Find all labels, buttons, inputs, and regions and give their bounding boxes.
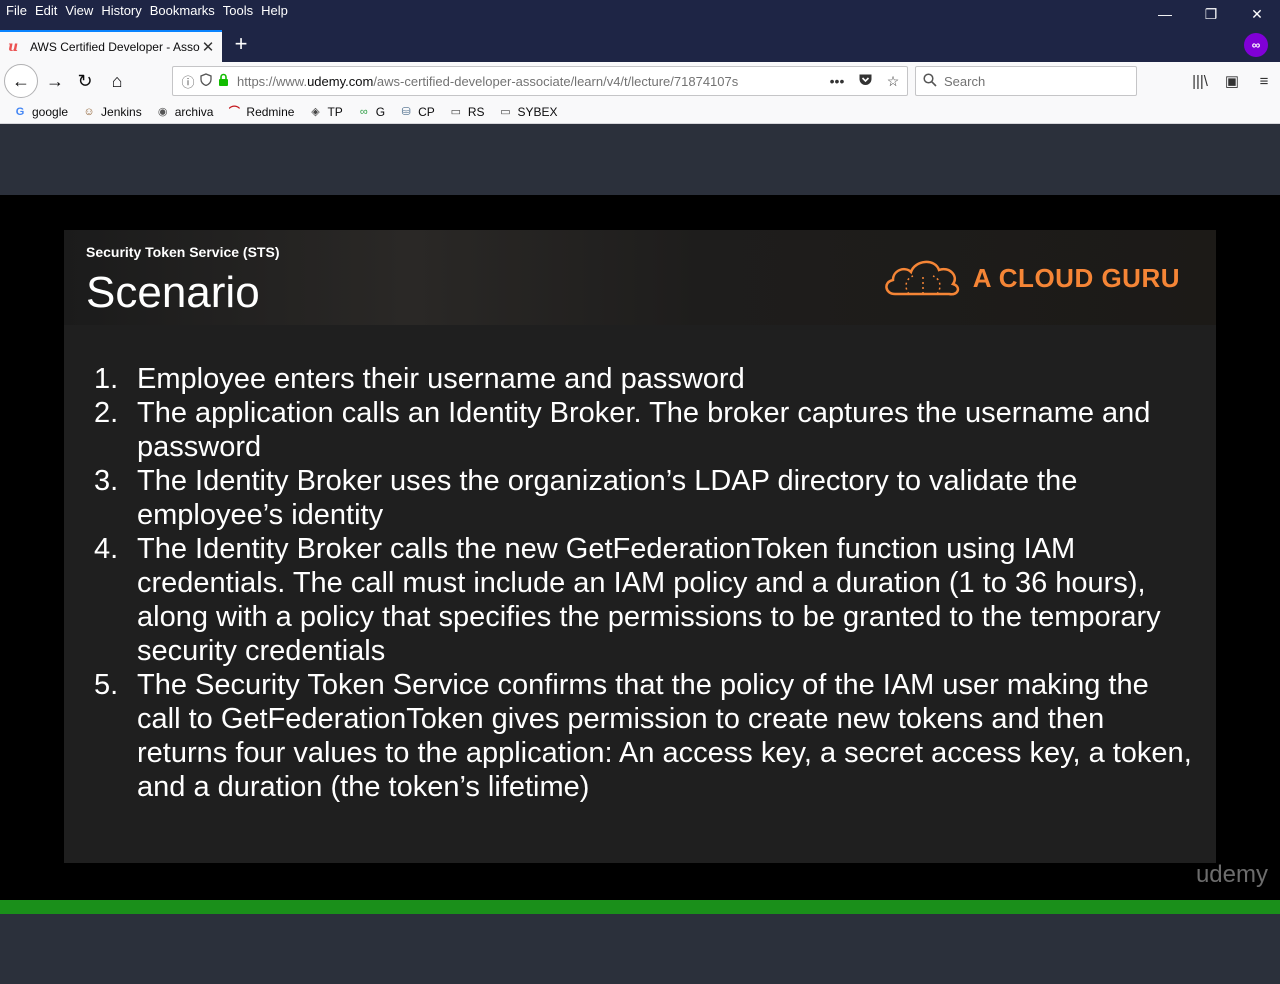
list-item: 2. The application calls an Identity Bro… <box>94 396 1194 464</box>
slide-subtitle: Security Token Service (STS) <box>86 244 280 260</box>
private-browsing-icon: ∞ <box>1244 33 1268 57</box>
list-text: The application calls an Identity Broker… <box>137 397 1151 463</box>
url-domain: udemy.com <box>307 73 374 89</box>
bookmark-label: archiva <box>174 104 214 119</box>
list-number: 2. <box>94 397 119 429</box>
bookmark-cp[interactable]: ⛁ CP <box>398 105 435 119</box>
bookmark-label: CP <box>418 104 435 119</box>
page-content: Security Token Service (STS) Scenario A … <box>0 125 1280 984</box>
list-text: Employee enters their username and passw… <box>137 363 745 395</box>
bookmark-rs[interactable]: ▭ RS <box>448 105 485 119</box>
bookmark-label: TP <box>327 104 343 119</box>
url-prefix: https://www. <box>237 73 308 89</box>
back-button[interactable]: ← <box>4 64 38 98</box>
hamburger-menu-icon[interactable]: ≡ <box>1248 66 1280 96</box>
list-number: 5. <box>94 669 119 701</box>
cloud-guru-logo-icon <box>885 260 959 296</box>
url-bar[interactable]: ⓘ https://www.udemy.com/aws-certified-de… <box>172 66 908 96</box>
restore-button[interactable]: ❐ <box>1188 0 1234 28</box>
tab-close-icon[interactable]: ✕ <box>200 38 216 56</box>
bookmark-label: RS <box>467 104 485 119</box>
forward-button[interactable]: → <box>40 66 70 96</box>
g-icon: ∞ <box>359 105 368 118</box>
video-progress-bar[interactable] <box>0 900 1280 914</box>
url-path: /aws-certified-developer-associate/learn… <box>373 73 739 89</box>
list-item: 1. Employee enters their username and pa… <box>94 362 1194 396</box>
page-actions-icon[interactable]: ••• <box>823 73 851 89</box>
list-text: The Security Token Service confirms that… <box>137 669 1192 803</box>
lock-icon <box>215 73 231 89</box>
list-item: 4. The Identity Broker calls the new Get… <box>94 532 1194 668</box>
bookmark-label: google <box>32 104 69 119</box>
archiva-icon: ◉ <box>157 105 168 118</box>
udemy-watermark: udemy <box>1195 861 1268 888</box>
redmine-icon: ⌒ <box>228 105 240 118</box>
video-player[interactable]: Security Token Service (STS) Scenario A … <box>0 195 1280 900</box>
list-number: 1. <box>94 363 119 395</box>
sidebar-icon[interactable]: ▣ <box>1216 66 1248 96</box>
scenario-list: 1. Employee enters their username and pa… <box>94 362 1194 804</box>
search-bar[interactable]: Search <box>915 66 1137 96</box>
brand-logo: A CLOUD GURU <box>881 254 1180 302</box>
bookmark-label: SYBEX <box>517 104 558 119</box>
minimize-button[interactable]: — <box>1142 0 1188 28</box>
menu-file[interactable]: File <box>4 3 33 19</box>
toolbar-right: |||\ ▣ ≡ <box>1184 66 1280 96</box>
tab-title: AWS Certified Developer - Asso <box>30 40 200 54</box>
menu-history[interactable]: History <box>99 3 147 19</box>
title-bar: File Edit View History Bookmarks Tools H… <box>0 0 1280 28</box>
info-icon[interactable]: ⓘ <box>179 72 197 91</box>
tab-aws-course[interactable]: u AWS Certified Developer - Asso ✕ <box>0 30 222 62</box>
menu-bar: File Edit View History Bookmarks Tools H… <box>4 3 294 19</box>
jenkins-icon: ☺ <box>83 105 95 118</box>
reload-button[interactable]: ↻ <box>70 66 100 96</box>
bookmark-redmine[interactable]: ⌒ Redmine <box>226 104 295 119</box>
home-button[interactable]: ⌂ <box>102 66 132 96</box>
bookmark-star-icon[interactable]: ☆ <box>879 73 907 90</box>
menu-edit[interactable]: Edit <box>33 3 63 19</box>
list-text: The Identity Broker calls the new GetFed… <box>137 533 1161 667</box>
bookmark-label: Redmine <box>246 104 295 119</box>
google-icon: G <box>15 105 25 118</box>
list-number: 3. <box>94 465 119 497</box>
list-item: 3. The Identity Broker uses the organiza… <box>94 464 1194 532</box>
close-window-button[interactable]: ✕ <box>1234 0 1280 28</box>
list-number: 4. <box>94 533 119 565</box>
tracking-shield-icon[interactable] <box>197 73 215 89</box>
folder-icon: ▭ <box>500 105 511 118</box>
slide-header: Security Token Service (STS) Scenario A … <box>64 230 1216 325</box>
bookmarks-bar: G google ☺ Jenkins ◉ archiva ⌒ Redmine ◈… <box>0 100 1280 124</box>
list-text: The Identity Broker uses the organizatio… <box>137 465 1078 531</box>
lecture-slide: Security Token Service (STS) Scenario A … <box>64 230 1216 863</box>
new-tab-button[interactable]: + <box>228 32 254 58</box>
tab-strip: u AWS Certified Developer - Asso ✕ + ∞ <box>0 28 1280 62</box>
bookmark-google[interactable]: G google <box>12 105 68 119</box>
bookmark-archiva[interactable]: ◉ archiva <box>155 105 214 119</box>
bookmark-label: Jenkins <box>101 104 142 119</box>
bookmark-g[interactable]: ∞ G <box>356 105 385 119</box>
pocket-icon[interactable] <box>851 73 879 90</box>
search-placeholder: Search <box>944 73 986 89</box>
tp-icon: ◈ <box>311 105 320 118</box>
slide-title: Scenario <box>86 268 260 317</box>
bookmark-jenkins[interactable]: ☺ Jenkins <box>81 104 142 119</box>
folder-icon: ▭ <box>450 105 462 118</box>
bookmark-sybex[interactable]: ▭ SYBEX <box>497 105 557 119</box>
menu-tools[interactable]: Tools <box>221 3 259 19</box>
menu-view[interactable]: View <box>63 3 99 19</box>
bookmark-label: G <box>375 104 386 119</box>
navigation-bar: ← → ↻ ⌂ ⓘ https://www.udemy.com/aws-cert… <box>0 62 1280 100</box>
bookmark-tp[interactable]: ◈ TP <box>307 104 343 119</box>
brand-name: A CLOUD GURU <box>972 262 1180 293</box>
menu-bookmarks[interactable]: Bookmarks <box>148 3 221 19</box>
search-icon <box>916 72 944 90</box>
list-item: 5. The Security Token Service confirms t… <box>94 668 1194 804</box>
url-text[interactable]: https://www.udemy.com/aws-certified-deve… <box>237 74 823 89</box>
window-controls: — ❐ ✕ <box>1142 0 1280 28</box>
cp-icon: ⛁ <box>401 105 411 118</box>
udemy-favicon-icon: u <box>8 39 19 55</box>
menu-help[interactable]: Help <box>259 3 294 19</box>
library-icon[interactable]: |||\ <box>1184 66 1216 96</box>
